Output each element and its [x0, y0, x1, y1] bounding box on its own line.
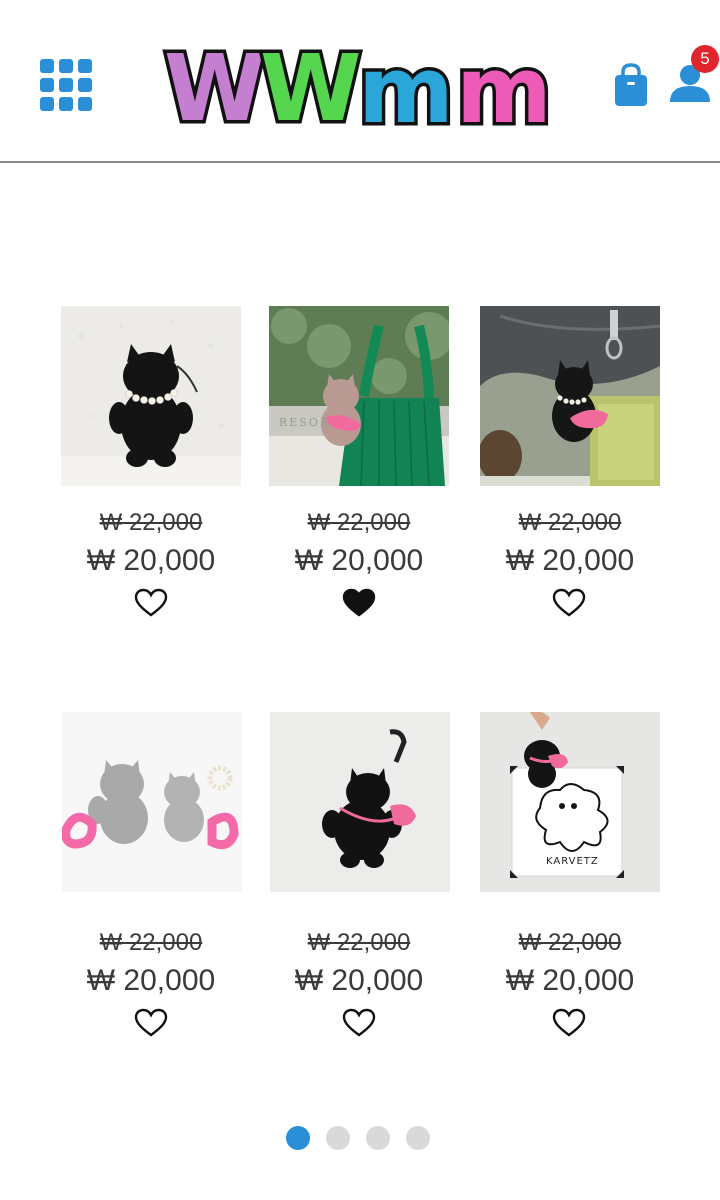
pagination-dots: [286, 1126, 430, 1150]
pagination-dot[interactable]: [366, 1126, 390, 1150]
product-image[interactable]: RESOR: [269, 306, 449, 486]
wishlist-heart-icon[interactable]: [134, 588, 168, 618]
original-price: ₩ 22,000: [99, 929, 203, 956]
original-price: ₩ 22,000: [99, 509, 203, 536]
wishlist-heart-icon[interactable]: [552, 1008, 586, 1038]
wishlist-heart-icon[interactable]: [134, 1008, 168, 1038]
wishlist-heart-icon[interactable]: [342, 1008, 376, 1038]
product-image[interactable]: [61, 306, 241, 486]
sale-price: ₩ 20,000: [505, 964, 635, 997]
product-image[interactable]: KARVETZ: [480, 712, 660, 892]
product-card[interactable]: [61, 306, 241, 486]
product-card[interactable]: [62, 712, 242, 892]
sale-price: ₩ 20,000: [294, 544, 424, 577]
product-card[interactable]: RESOR: [269, 306, 449, 486]
pagination-dot[interactable]: [326, 1126, 350, 1150]
sale-price: ₩ 20,000: [294, 964, 424, 997]
svg-text:KARVETZ: KARVETZ: [546, 856, 599, 867]
product-image[interactable]: [480, 306, 660, 486]
original-price: ₩ 22,000: [518, 509, 622, 536]
original-price: ₩ 22,000: [307, 929, 411, 956]
product-card[interactable]: KARVETZ: [480, 712, 660, 892]
sale-price: ₩ 20,000: [505, 544, 635, 577]
pagination-dot[interactable]: [406, 1126, 430, 1150]
svg-text:RESOR: RESOR: [279, 416, 330, 429]
wishlist-heart-icon[interactable]: [552, 588, 586, 618]
product-image[interactable]: [270, 712, 450, 892]
original-price: ₩ 22,000: [307, 509, 411, 536]
product-grid: ₩ 22,000 ₩ 20,000 RESOR ₩ 22,000 ₩ 20,00…: [0, 0, 720, 1200]
original-price: ₩ 22,000: [518, 929, 622, 956]
product-image[interactable]: [62, 712, 242, 892]
sale-price: ₩ 20,000: [86, 544, 216, 577]
wishlist-heart-filled-icon[interactable]: [342, 588, 376, 618]
pagination-dot[interactable]: [286, 1126, 310, 1150]
product-card[interactable]: [480, 306, 660, 486]
sale-price: ₩ 20,000: [86, 964, 216, 997]
product-card[interactable]: [270, 712, 450, 892]
